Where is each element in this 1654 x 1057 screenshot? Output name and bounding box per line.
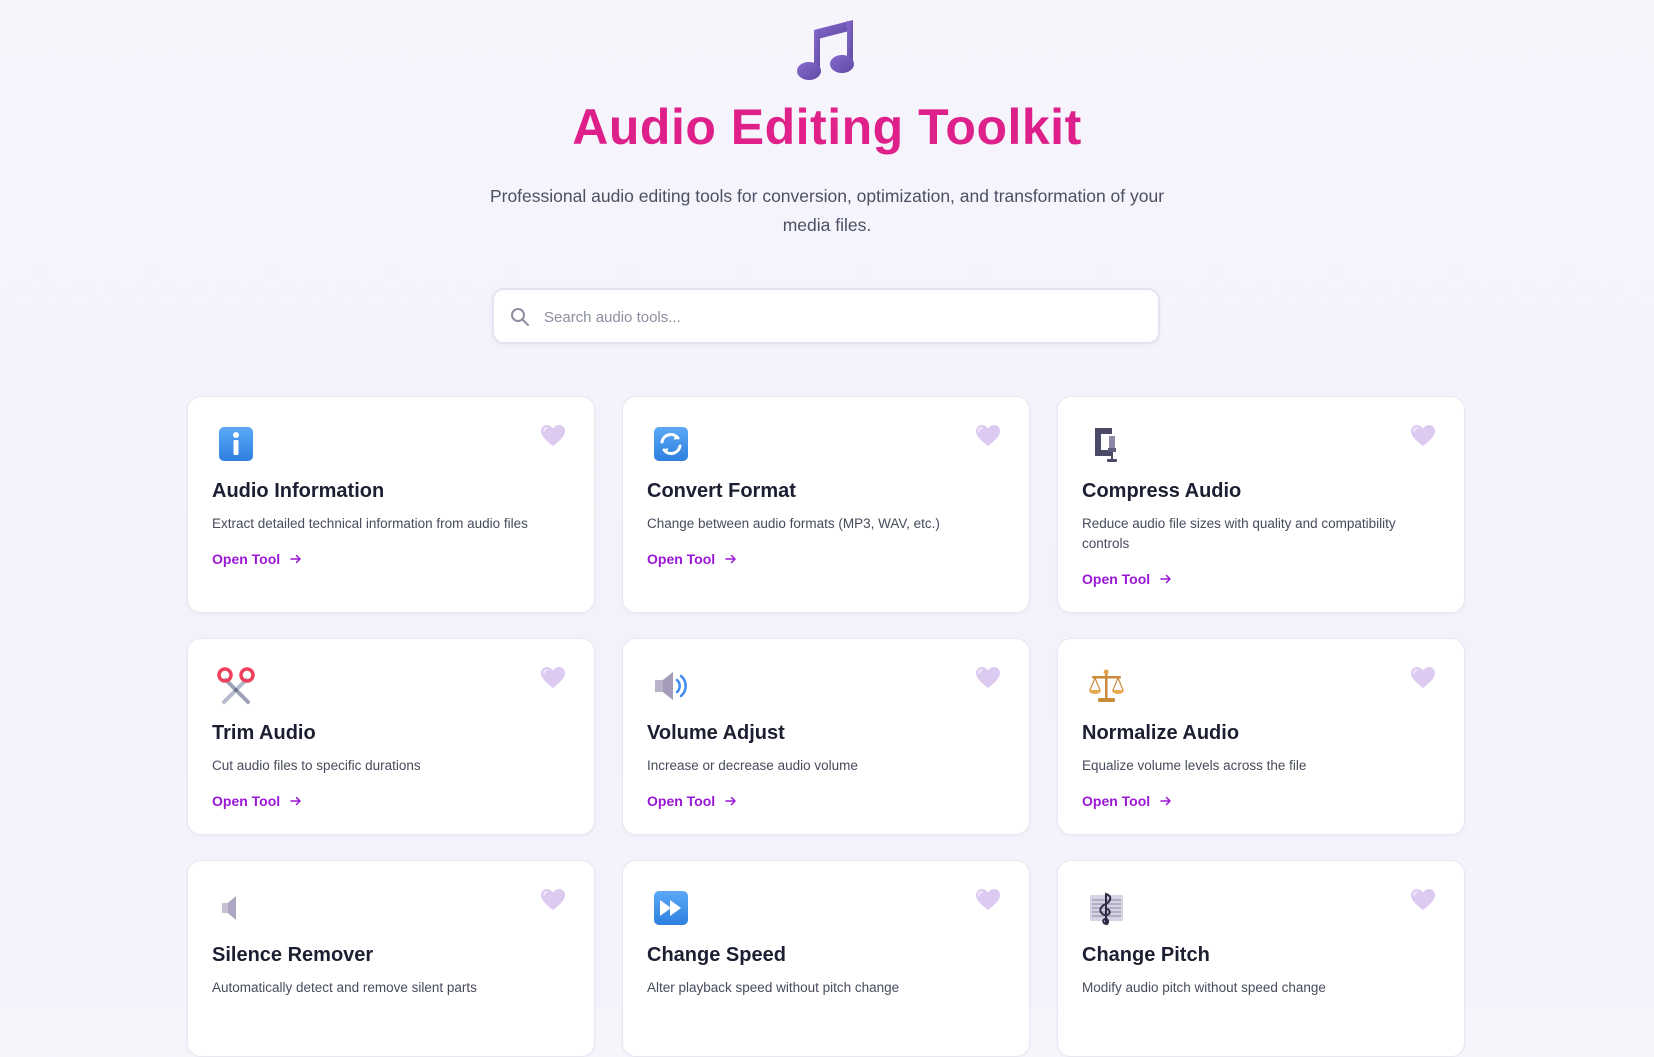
arrow-right-icon: [1160, 796, 1171, 806]
tool-card-volume-adjust[interactable]: Volume Adjust Increase or decrease audio…: [622, 638, 1030, 835]
open-tool-label: Open Tool: [647, 793, 716, 809]
search-box: [492, 288, 1160, 344]
convert-arrows-icon: [654, 427, 688, 461]
tool-description: Cut audio files to specific durations: [212, 758, 421, 773]
tool-description: Automatically detect and remove silent p…: [212, 980, 477, 995]
tool-card-audio-information[interactable]: Audio Information Extract detailed techn…: [187, 396, 595, 613]
clamp-icon: [1095, 428, 1117, 462]
tool-description: Change between audio formats (MP3, WAV, …: [647, 516, 940, 531]
heart-icon[interactable]: [975, 424, 1001, 448]
heart-icon[interactable]: [1410, 666, 1436, 690]
open-tool-link[interactable]: Open Tool: [212, 551, 302, 567]
open-tool-link[interactable]: Open Tool: [212, 793, 302, 809]
arrow-right-icon: [290, 554, 301, 564]
tool-description: Modify audio pitch without speed change: [1082, 980, 1326, 995]
scissors-icon: [217, 667, 255, 704]
tool-card-trim-audio[interactable]: Trim Audio Cut audio files to specific d…: [187, 638, 595, 835]
heart-icon[interactable]: [1410, 888, 1436, 912]
speaker-muted-icon: [222, 896, 236, 920]
open-tool-label: Open Tool: [212, 793, 281, 809]
tool-description: Extract detailed technical information f…: [212, 516, 528, 531]
tool-title: Convert Format: [647, 480, 796, 502]
tool-card-compress-audio[interactable]: Compress Audio Reduce audio file sizes w…: [1057, 396, 1465, 613]
open-tool-link[interactable]: Open Tool: [1082, 571, 1172, 587]
heart-icon[interactable]: [540, 666, 566, 690]
open-tool-link[interactable]: Open Tool: [1082, 793, 1172, 809]
page-title: Audio Editing Toolkit: [0, 98, 1654, 156]
heart-icon[interactable]: [975, 666, 1001, 690]
heart-icon[interactable]: [975, 888, 1001, 912]
arrow-right-icon: [290, 796, 301, 806]
tool-title: Volume Adjust: [647, 722, 785, 744]
tool-card-silence-remover[interactable]: Silence Remover Automatically detect and…: [187, 860, 595, 1057]
info-icon: [219, 427, 253, 461]
open-tool-label: Open Tool: [1082, 571, 1151, 587]
speaker-loud-icon: [655, 672, 687, 700]
open-tool-link[interactable]: Open Tool: [647, 551, 737, 567]
tool-description: Increase or decrease audio volume: [647, 758, 858, 773]
arrow-right-icon: [725, 554, 736, 564]
tool-title: Normalize Audio: [1082, 722, 1240, 744]
page-subtitle: Professional audio editing tools for con…: [489, 186, 1165, 235]
tool-title: Audio Information: [212, 480, 385, 502]
search-input[interactable]: [542, 290, 1146, 344]
tool-title: Compress Audio: [1082, 480, 1242, 502]
heart-icon[interactable]: [1410, 424, 1436, 448]
tool-card-normalize-audio[interactable]: Normalize Audio Equalize volume levels a…: [1057, 638, 1465, 835]
music-note-icon: [797, 20, 854, 80]
tool-title: Change Pitch: [1082, 944, 1210, 966]
tool-card-change-pitch[interactable]: Change Pitch Modify audio pitch without …: [1057, 860, 1465, 1057]
tool-card-convert-format[interactable]: Convert Format Change between audio form…: [622, 396, 1030, 613]
tool-card-change-speed[interactable]: Change Speed Alter playback speed withou…: [622, 860, 1030, 1057]
tool-title: Silence Remover: [212, 944, 374, 966]
arrow-right-icon: [1160, 574, 1171, 584]
heart-icon[interactable]: [540, 888, 566, 912]
open-tool-label: Open Tool: [212, 551, 281, 567]
tool-description: Alter playback speed without pitch chang…: [647, 980, 900, 995]
tool-title: Change Speed: [647, 944, 786, 966]
open-tool-link[interactable]: Open Tool: [647, 793, 737, 809]
heart-icon[interactable]: [540, 424, 566, 448]
fast-forward-icon: [654, 891, 688, 925]
open-tool-label: Open Tool: [1082, 793, 1151, 809]
open-tool-label: Open Tool: [647, 551, 716, 567]
tool-description: Reduce audio file sizes with quality and…: [1082, 516, 1396, 551]
arrow-right-icon: [725, 796, 736, 806]
page: Audio Editing Toolkit Professional audio…: [0, 0, 1654, 1057]
music-score-icon: [1090, 892, 1123, 925]
search-icon: [511, 308, 529, 326]
tool-description: Equalize volume levels across the file: [1082, 758, 1307, 773]
tool-title: Trim Audio: [212, 722, 316, 744]
balance-scale-icon: [1089, 669, 1124, 702]
